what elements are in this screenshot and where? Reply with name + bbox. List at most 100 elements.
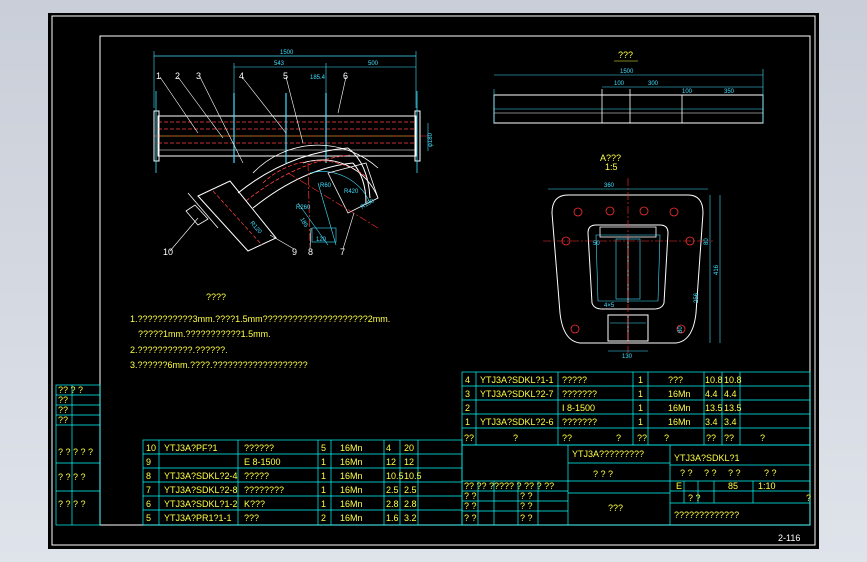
dim-seg1: 543 bbox=[274, 61, 285, 67]
bom-cell-w2: 12 bbox=[404, 457, 414, 467]
callout-6: 6 bbox=[343, 71, 348, 81]
sec-dim-h1: 80 bbox=[704, 238, 710, 245]
callout-3: 3 bbox=[196, 71, 201, 81]
stage-code: E bbox=[676, 481, 682, 491]
callout-10: 10 bbox=[163, 247, 173, 257]
bom-cell-w2: 4.4 bbox=[724, 389, 737, 399]
main-view: 1500 543 500 185.4 φ180 R60 R420 R260 R1… bbox=[153, 50, 434, 257]
stamp-cell: ?? ? ? bbox=[58, 385, 83, 395]
radius-label: 185 bbox=[298, 217, 309, 229]
bom-cell-name: ?????? bbox=[244, 443, 274, 453]
bom-cell-w1: 2.8 bbox=[386, 499, 399, 509]
bom-header-cell: ? bbox=[513, 433, 518, 443]
bom-cell-mat: 16Mn bbox=[340, 513, 363, 523]
bom-header-cell: ? bbox=[616, 433, 621, 443]
bom-lower: 10 YTJ3A?PF?1?????? 5 16Mn 4 20 9 E 8-1500 1 16Mn… bbox=[142, 439, 463, 526]
callout-1: 1 bbox=[156, 71, 161, 81]
bom-cell-mat: 16Mn bbox=[668, 403, 691, 413]
bom-cell-w1: 3.4 bbox=[705, 417, 718, 427]
bom-cell-no: 7 bbox=[146, 485, 151, 495]
bom-cell-qty: 5 bbox=[321, 443, 326, 453]
bom-cell-w1: 12 bbox=[386, 457, 396, 467]
bom-cell-qty: 1 bbox=[321, 499, 326, 509]
bom-cell-no: 10 bbox=[146, 443, 156, 453]
bom-header-cell: ?? bbox=[562, 433, 572, 443]
stamp-cell: ?? bbox=[58, 415, 68, 425]
drawing-title: ? ? ? bbox=[593, 469, 613, 479]
bom-cell-no: 2 bbox=[465, 403, 470, 413]
bom-cell-mat: 16Mn bbox=[668, 417, 691, 427]
bom-cell-w2: 2.5 bbox=[404, 485, 417, 495]
title-block: YTJ3A????????? ? ? ? YTJ3A?SDKL?1 E 85 1… bbox=[461, 444, 811, 526]
section-view: A??? 1:5 360 50 80 416 256 80 130 4×5 bbox=[543, 153, 721, 360]
drawing-canvas[interactable]: 1500 543 500 185.4 φ180 R60 R420 R260 R1… bbox=[48, 13, 819, 549]
q-cell: ? ? bbox=[704, 468, 717, 478]
company-code: YTJ3A????????? bbox=[572, 449, 644, 459]
q-cell: ? ? bbox=[688, 493, 701, 503]
top-dim-b: 300 bbox=[648, 81, 659, 87]
bom-cell-qty: 1 bbox=[321, 457, 326, 467]
bom-header-cell: ?? bbox=[464, 433, 474, 443]
bom-cell-code: YTJ3A?SDKL?1-1 bbox=[480, 375, 554, 385]
top-dim-overall: 1500 bbox=[620, 69, 634, 75]
bom-cell-qty: 1 bbox=[321, 471, 326, 481]
dim-overall: 1500 bbox=[280, 50, 294, 56]
bom-cell-w1: 4.4 bbox=[705, 389, 718, 399]
bom-cell-mat: 16Mn bbox=[340, 443, 363, 453]
sec-dim-weld: 4×5 bbox=[604, 303, 615, 309]
bom-upper: 4 YTJ3A?SDKL?1-1????? 1??? 10.8 10.8 3 YTJ3A?S… bbox=[461, 371, 811, 446]
radius-label: R260 bbox=[296, 205, 311, 211]
stamp-cell: ?? bbox=[58, 405, 68, 415]
scale-value: 1:10 bbox=[758, 481, 776, 491]
bom-cell-w1: 10.8 bbox=[705, 375, 723, 385]
bom-cell-mat: 16Mn bbox=[340, 457, 363, 467]
top-dim-c: 100 bbox=[682, 89, 693, 95]
bom-cell-mat: 16Mn bbox=[340, 471, 363, 481]
technical-notes: ???? 1.???????????3mm.????1.5mm?????????… bbox=[130, 292, 390, 370]
bom-cell-no: 1 bbox=[465, 417, 470, 427]
bom-cell-w1: 1.6 bbox=[386, 513, 399, 523]
sec-dim-w1: 50 bbox=[593, 241, 600, 247]
sign-row: ?? ?? ????? ? ?? ? ?? bbox=[464, 481, 554, 491]
callout-7: 7 bbox=[340, 247, 345, 257]
bom-cell-w2: 13.5 bbox=[724, 403, 742, 413]
q-cell: ? ? bbox=[764, 468, 777, 478]
bom-cell-no: 9 bbox=[146, 457, 151, 467]
q-cell: ? ? bbox=[680, 468, 693, 478]
dim-seg2: 500 bbox=[368, 61, 379, 67]
bom-cell-qty: 1 bbox=[638, 403, 643, 413]
bom-cell-w2: 10.8 bbox=[724, 375, 742, 385]
notes-heading: ???? bbox=[206, 292, 226, 302]
bom-header-cell: ?? bbox=[637, 433, 647, 443]
bom-cell-name: I 8-1500 bbox=[562, 403, 595, 413]
bom-cell-mat: 16Mn bbox=[668, 389, 691, 399]
bom-cell-code: YTJ3A?SDKL?2-4 bbox=[164, 471, 238, 481]
bom-cell-qty: 2 bbox=[321, 513, 326, 523]
bom-cell-w2: 20 bbox=[404, 443, 414, 453]
callout-4: 4 bbox=[239, 71, 244, 81]
radius-label: R60 bbox=[320, 183, 332, 189]
sheet-number: 2-116 bbox=[778, 533, 800, 543]
callout-9: 9 bbox=[292, 247, 297, 257]
sec-dim-h4: 80 bbox=[678, 326, 684, 333]
bom-cell-name: ???????? bbox=[244, 485, 284, 495]
sign-cell: ? ? bbox=[464, 513, 477, 523]
radius-label: 120 bbox=[316, 237, 327, 243]
section-scale: 1:5 bbox=[605, 162, 618, 172]
cad-window: 1500 543 500 185.4 φ180 R60 R420 R260 R1… bbox=[0, 0, 867, 562]
bom-cell-w2: 3.4 bbox=[724, 417, 737, 427]
bom-cell-code: YTJ3A?SDKL?2-7 bbox=[480, 389, 554, 399]
bom-cell-code: YTJ3A?PR1?1-1 bbox=[164, 513, 232, 523]
bom-header-cell: ?? bbox=[706, 433, 716, 443]
bom-cell-name: ??????? bbox=[562, 417, 597, 427]
stamp-cell: ? ? ? ? ? bbox=[58, 447, 93, 457]
bom-cell-qty: 1 bbox=[638, 389, 643, 399]
bom-cell-no: 4 bbox=[465, 375, 470, 385]
stamp-cell: ?? bbox=[58, 395, 68, 405]
bom-cell-name: ????? bbox=[244, 471, 269, 481]
bom-cell-w1: 2.5 bbox=[386, 485, 399, 495]
bom-cell-qty: 1 bbox=[638, 375, 643, 385]
sec-dim-h3: 256 bbox=[694, 292, 700, 303]
unit-name: ??? bbox=[608, 503, 623, 513]
drawing-number: YTJ3A?SDKL?1 bbox=[674, 453, 740, 463]
